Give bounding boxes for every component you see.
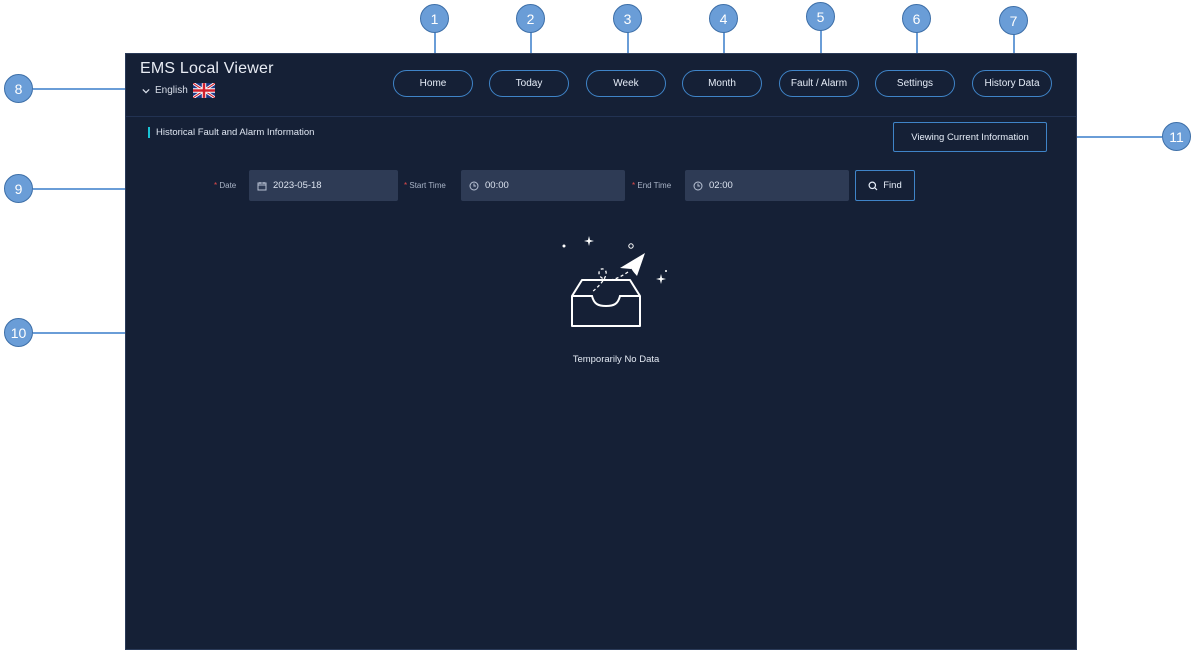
- nav-fault-alarm-button[interactable]: Fault / Alarm: [779, 70, 859, 97]
- language-selector[interactable]: English: [142, 83, 215, 98]
- callout-7: 7: [999, 6, 1028, 35]
- end-time-value: 02:00: [709, 180, 733, 191]
- nav-week-button[interactable]: Week: [586, 70, 666, 97]
- find-label: Find: [883, 180, 902, 191]
- language-label: English: [155, 85, 188, 96]
- date-field[interactable]: 2023-05-18: [249, 170, 398, 201]
- end-time-label: * End Time: [632, 181, 672, 190]
- uk-flag-icon: [192, 83, 215, 98]
- callout-2: 2: [516, 4, 545, 33]
- callout-10: 10: [4, 318, 33, 347]
- callout-6: 6: [902, 4, 931, 33]
- find-button[interactable]: Find: [855, 170, 915, 201]
- start-time-field[interactable]: 00:00: [461, 170, 625, 201]
- section-accent-bar: [148, 127, 150, 138]
- nav-settings-button[interactable]: Settings: [875, 70, 955, 97]
- header-divider: [126, 116, 1076, 117]
- callout-4: 4: [709, 4, 738, 33]
- nav-month-button[interactable]: Month: [682, 70, 762, 97]
- chevron-down-icon: [142, 88, 150, 93]
- empty-inbox-icon: [562, 236, 667, 327]
- callout-3: 3: [613, 4, 642, 33]
- section-title: Historical Fault and Alarm Information: [148, 127, 314, 138]
- clock-icon: [693, 181, 703, 190]
- section-title-text: Historical Fault and Alarm Information: [156, 127, 315, 138]
- callout-1: 1: [420, 4, 449, 33]
- callout-9: 9: [4, 174, 33, 203]
- start-time-label: * Start Time: [404, 181, 446, 190]
- callout-11: 11: [1162, 122, 1191, 151]
- end-time-field[interactable]: 02:00: [685, 170, 849, 201]
- app-window: EMS Local Viewer English Home Today Week…: [125, 53, 1077, 650]
- empty-state-text: Temporarily No Data: [572, 354, 660, 365]
- callout-8: 8: [4, 74, 33, 103]
- callout-5: 5: [806, 2, 835, 31]
- search-icon: [868, 181, 878, 190]
- nav-today-button[interactable]: Today: [489, 70, 569, 97]
- nav-home-button[interactable]: Home: [393, 70, 473, 97]
- app-title: EMS Local Viewer: [140, 60, 274, 77]
- nav-history-data-button[interactable]: History Data: [972, 70, 1052, 97]
- clock-icon: [469, 181, 479, 190]
- viewing-current-info-button[interactable]: Viewing Current Information: [893, 122, 1047, 152]
- date-value: 2023-05-18: [273, 180, 322, 191]
- start-time-value: 00:00: [485, 180, 509, 191]
- calendar-icon: [257, 181, 267, 190]
- date-label: * Date: [214, 181, 237, 190]
